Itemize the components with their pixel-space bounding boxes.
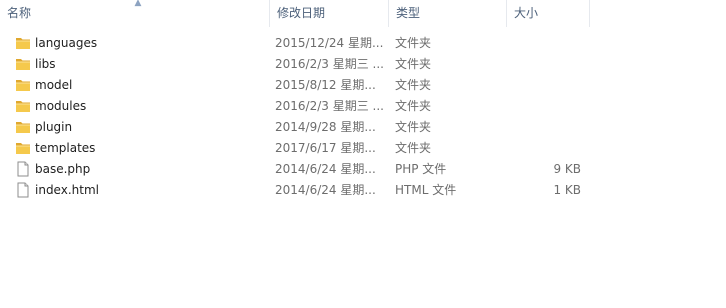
file-name: base.php (35, 162, 91, 176)
file-row[interactable]: libs 2016/2/3 星期三 ... 文件夹 (0, 54, 726, 75)
file-type: 文件夹 (395, 141, 432, 155)
file-size (507, 96, 581, 117)
file-date-modified: 2017/6/17 星期... (275, 141, 376, 155)
file-row[interactable]: index.html 2014/6/24 星期... HTML 文件 1 KB (0, 180, 726, 201)
file-date-modified: 2016/2/3 星期三 ... (275, 57, 384, 71)
folder-icon (15, 77, 33, 95)
folder-icon (15, 56, 33, 74)
sort-ascending-icon: ▲ (134, 0, 142, 8)
file-date-modified: 2015/12/24 星期... (275, 36, 384, 50)
file-name: templates (35, 141, 96, 155)
column-header-date-label: 修改日期 (277, 6, 326, 20)
folder-icon (15, 98, 33, 116)
file-row[interactable]: base.php 2014/6/24 星期... PHP 文件 9 KB (0, 159, 726, 180)
file-size (507, 54, 581, 75)
file-size (507, 138, 581, 159)
file-size (507, 117, 581, 138)
file-size: 9 KB (553, 162, 581, 176)
column-header-name[interactable]: 名称 ▲ (0, 0, 270, 27)
file-type: 文件夹 (395, 78, 432, 92)
file-row[interactable]: plugin 2014/9/28 星期... 文件夹 (0, 117, 726, 138)
file-row[interactable]: templates 2017/6/17 星期... 文件夹 (0, 138, 726, 159)
file-name: languages (35, 36, 98, 50)
file-date-modified: 2015/8/12 星期... (275, 78, 376, 92)
column-header-size[interactable]: 大小 (507, 0, 590, 27)
file-size (507, 75, 581, 96)
column-header-date-modified[interactable]: 修改日期 (270, 0, 389, 27)
folder-icon (15, 35, 33, 53)
file-row[interactable]: modules 2016/2/3 星期三 ... 文件夹 (0, 96, 726, 117)
file-row[interactable]: languages 2015/12/24 星期... 文件夹 (0, 33, 726, 54)
file-type: 文件夹 (395, 36, 432, 50)
file-name: model (35, 78, 73, 92)
file-type: 文件夹 (395, 57, 432, 71)
folder-icon (15, 140, 33, 158)
file-type: PHP 文件 (395, 162, 447, 176)
column-header-bar: 名称 ▲ 修改日期 类型 大小 (0, 0, 726, 27)
file-date-modified: 2014/6/24 星期... (275, 183, 376, 197)
file-icon (15, 161, 33, 179)
file-type: HTML 文件 (395, 183, 457, 197)
file-explorer: 名称 ▲ 修改日期 类型 大小 languages 2015/12/24 星期.… (0, 0, 726, 308)
file-icon (15, 182, 33, 200)
file-size (507, 33, 581, 54)
file-name: plugin (35, 120, 73, 134)
file-type: 文件夹 (395, 120, 432, 134)
column-header-type-label: 类型 (396, 6, 421, 20)
file-name: index.html (35, 183, 99, 197)
file-row[interactable]: model 2015/8/12 星期... 文件夹 (0, 75, 726, 96)
column-header-name-label: 名称 (7, 6, 32, 20)
file-name: libs (35, 57, 56, 71)
file-date-modified: 2014/9/28 星期... (275, 120, 376, 134)
column-header-type[interactable]: 类型 (389, 0, 507, 27)
folder-icon (15, 119, 33, 137)
file-date-modified: 2016/2/3 星期三 ... (275, 99, 384, 113)
file-date-modified: 2014/6/24 星期... (275, 162, 376, 176)
file-size: 1 KB (553, 183, 581, 197)
file-type: 文件夹 (395, 99, 432, 113)
file-list: languages 2015/12/24 星期... 文件夹 libs 2016… (0, 33, 726, 201)
column-header-size-label: 大小 (514, 6, 539, 20)
file-name: modules (35, 99, 87, 113)
